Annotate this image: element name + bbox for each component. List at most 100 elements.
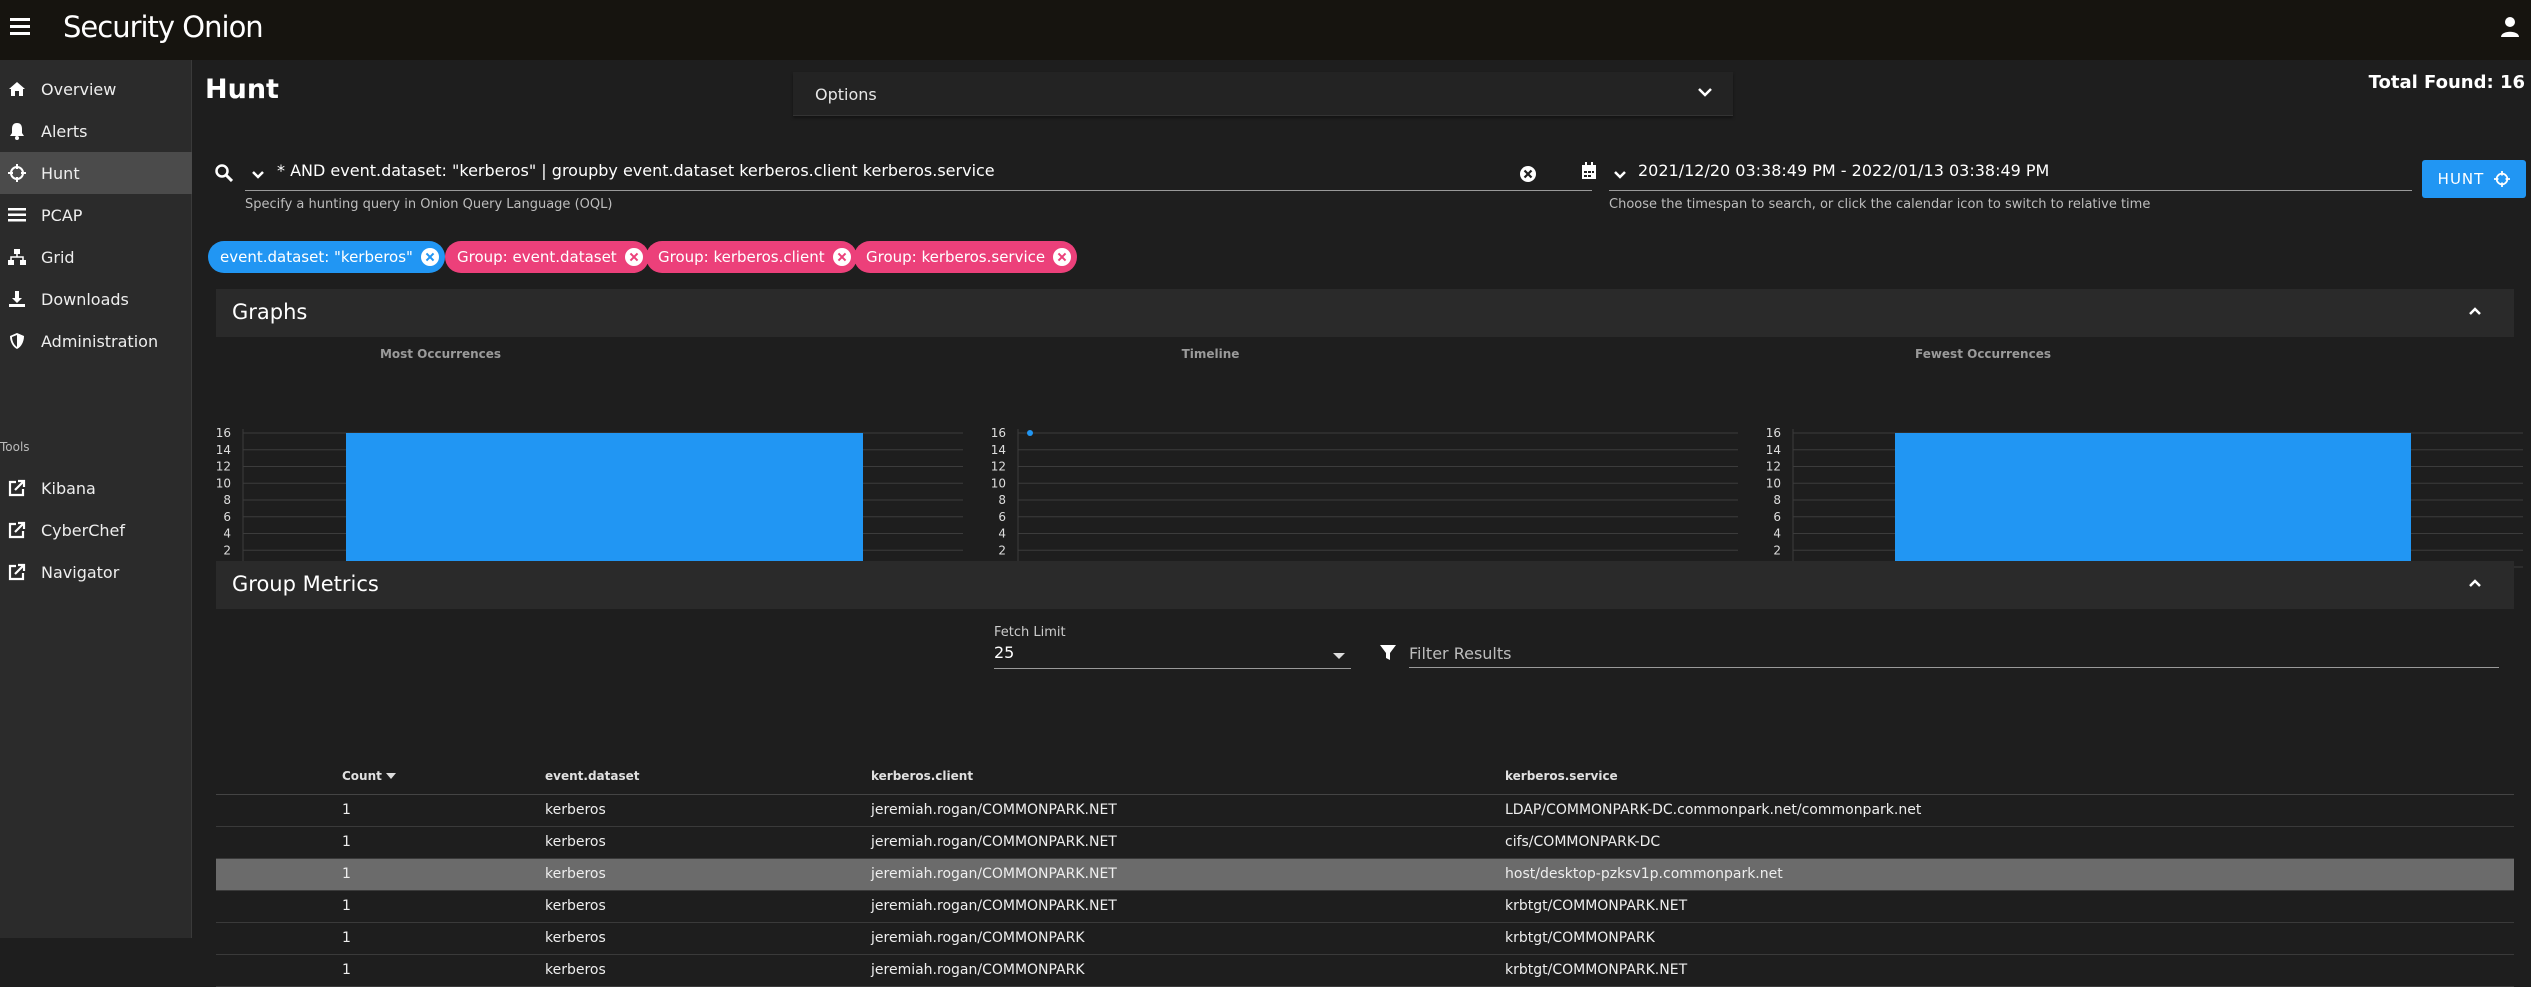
cell-kerberos-client[interactable]: jeremiah.rogan/COMMONPARK.NET <box>871 794 1505 827</box>
group-chip-kerberos-service[interactable]: Group: kerberos.service <box>854 241 1078 273</box>
table-row[interactable]: 1 kerberos jeremiah.rogan/COMMONPARK krbtgt… <box>216 954 2514 987</box>
cell-count: 1 <box>342 794 545 827</box>
user-icon[interactable] <box>2499 16 2521 38</box>
cell-event-dataset[interactable]: kerberos <box>545 890 871 923</box>
y-tick-label: 16 <box>216 426 231 440</box>
y-tick-label: 16 <box>1766 426 1781 440</box>
sitemap-icon <box>7 247 27 267</box>
cell-count: 1 <box>342 922 545 955</box>
filter-results-input[interactable] <box>1409 640 2499 668</box>
sidebar-item-alerts[interactable]: Alerts <box>0 110 192 152</box>
y-tick-label: 10 <box>216 476 231 490</box>
sidebar-item-label: Kibana <box>41 478 96 498</box>
external-link-icon <box>7 562 27 582</box>
cell-event-dataset[interactable]: kerberos <box>545 794 871 827</box>
timespan-input[interactable]: 2021/12/20 03:38:49 PM - 2022/01/13 03:3… <box>1638 161 2049 180</box>
sort-descending-icon[interactable] <box>385 773 396 780</box>
sidebar-item-overview[interactable]: Overview <box>0 68 192 110</box>
table-row[interactable]: 1 kerberos jeremiah.rogan/COMMONPARK krbtgt… <box>216 922 2514 955</box>
column-header-event-dataset[interactable]: event.dataset <box>545 758 871 795</box>
group-metrics-panel-header[interactable]: Group Metrics <box>216 561 2514 609</box>
chevron-up-icon[interactable] <box>2468 578 2482 588</box>
cell-kerberos-client[interactable]: jeremiah.rogan/COMMONPARK.NET <box>871 890 1505 923</box>
y-tick-label: 16 <box>991 426 1006 440</box>
y-tick-label: 10 <box>991 476 1006 490</box>
search-icon[interactable] <box>215 164 233 182</box>
timespan-input-underline <box>1609 190 2412 191</box>
table-row[interactable]: 1 kerberos jeremiah.rogan/COMMONPARK.NET kr… <box>216 890 2514 923</box>
fetch-limit-label: Fetch Limit <box>994 625 1066 640</box>
sidebar-item-kibana[interactable]: Kibana <box>0 467 192 509</box>
cell-event-dataset[interactable]: kerberos <box>545 826 871 859</box>
timespan-chevron-icon[interactable] <box>1613 170 1627 180</box>
security-onion-logo[interactable]: Security Onion <box>63 10 264 44</box>
y-tick-label: 8 <box>223 493 231 507</box>
table-row[interactable]: 1 kerberos jeremiah.rogan/COMMONPARK.NET LD… <box>216 794 2514 827</box>
group-chip-event-dataset[interactable]: Group: event.dataset <box>445 241 649 273</box>
chip-label: event.dataset: "kerberos" <box>220 248 413 266</box>
cell-kerberos-service[interactable]: krbtgt/COMMONPARK.NET <box>1505 890 2514 923</box>
cell-kerberos-client[interactable]: jeremiah.rogan/COMMONPARK.NET <box>871 858 1505 891</box>
cell-kerberos-client[interactable]: jeremiah.rogan/COMMONPARK.NET <box>871 826 1505 859</box>
options-label: Options <box>815 85 877 104</box>
data-point <box>1027 430 1033 436</box>
calendar-icon[interactable] <box>1581 162 1597 180</box>
download-icon <box>7 289 27 309</box>
cell-kerberos-service[interactable]: LDAP/COMMONPARK-DC.commonpark.net/common… <box>1505 794 2514 827</box>
shield-icon <box>7 331 27 351</box>
cell-kerberos-service[interactable]: host/desktop-pzksv1p.commonpark.net <box>1505 858 2514 891</box>
y-tick-label: 8 <box>1773 493 1781 507</box>
cell-kerberos-client[interactable]: jeremiah.rogan/COMMONPARK <box>871 954 1505 987</box>
graphs-title: Graphs <box>232 300 308 324</box>
cell-kerberos-service[interactable]: krbtgt/COMMONPARK.NET <box>1505 954 2514 987</box>
dropdown-caret-icon[interactable] <box>1333 653 1345 659</box>
graphs-panel-header[interactable]: Graphs <box>216 289 2514 337</box>
cell-kerberos-service[interactable]: krbtgt/COMMONPARK <box>1505 922 2514 955</box>
group-chip-kerberos-client[interactable]: Group: kerberos.client <box>646 241 857 273</box>
query-input[interactable]: * AND event.dataset: "kerberos" | groupb… <box>277 161 995 180</box>
chip-remove-icon[interactable] <box>420 248 439 266</box>
cell-event-dataset[interactable]: kerberos <box>545 922 871 955</box>
cell-event-dataset[interactable]: kerberos <box>545 858 871 891</box>
page-title: Hunt <box>205 74 279 105</box>
sidebar-item-label: Grid <box>41 247 75 267</box>
cell-event-dataset[interactable]: kerberos <box>545 954 871 987</box>
chip-remove-icon[interactable] <box>832 248 851 266</box>
cell-kerberos-service[interactable]: cifs/COMMONPARK-DC <box>1505 826 2514 859</box>
hunt-button[interactable]: HUNT <box>2422 160 2526 198</box>
chip-remove-icon[interactable] <box>1053 248 1072 266</box>
menu-icon[interactable] <box>10 18 30 38</box>
sidebar-item-downloads[interactable]: Downloads <box>0 278 192 320</box>
bell-icon <box>7 121 27 141</box>
sidebar-item-label: Alerts <box>41 121 88 141</box>
options-expander[interactable]: Options <box>793 72 1733 116</box>
y-tick-label: 12 <box>1766 460 1781 474</box>
chevron-up-icon[interactable] <box>2468 306 2482 316</box>
table-row[interactable]: 1 kerberos jeremiah.rogan/COMMONPARK.NET ci… <box>216 826 2514 859</box>
sidebar-item-grid[interactable]: Grid <box>0 236 192 278</box>
sidebar-item-navigator[interactable]: Navigator <box>0 551 192 593</box>
tools-section-label: Tools <box>0 440 30 454</box>
sidebar-item-hunt[interactable]: Hunt <box>0 152 192 194</box>
query-history-chevron-icon[interactable] <box>251 170 265 180</box>
y-tick-label: 2 <box>1773 543 1781 557</box>
table-row-highlighted[interactable]: 1 kerberos jeremiah.rogan/COMMONPARK.NET ho… <box>216 858 2514 891</box>
filter-chip-event-dataset[interactable]: event.dataset: "kerberos" <box>208 241 445 273</box>
y-tick-label: 2 <box>223 543 231 557</box>
bar <box>1895 433 2411 567</box>
sidebar-item-pcap[interactable]: PCAP <box>0 194 192 236</box>
chip-remove-icon[interactable] <box>624 248 643 266</box>
fetch-limit-select[interactable]: 25 <box>994 643 1014 662</box>
chevron-down-icon <box>1698 88 1712 97</box>
column-header-count[interactable]: Count <box>342 758 545 795</box>
sidebar-item-administration[interactable]: Administration <box>0 320 192 362</box>
cell-kerberos-client[interactable]: jeremiah.rogan/COMMONPARK <box>871 922 1505 955</box>
chart-title-most: Most Occurrences <box>379 347 502 361</box>
sidebar-item-cyberchef[interactable]: CyberChef <box>0 509 192 551</box>
column-header-kerberos-service[interactable]: kerberos.service <box>1505 758 2514 795</box>
list-icon <box>7 205 27 225</box>
sidebar-item-label: Navigator <box>41 562 120 582</box>
clear-query-icon[interactable] <box>1519 165 1537 183</box>
sidebar-item-label: Hunt <box>41 163 80 183</box>
column-header-kerberos-client[interactable]: kerberos.client <box>871 758 1505 795</box>
